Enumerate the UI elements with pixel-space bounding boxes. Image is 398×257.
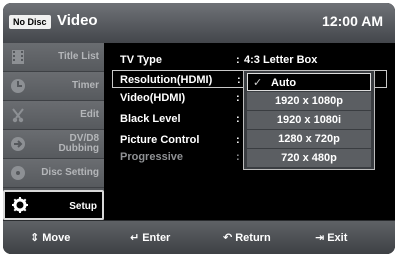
- sidebar-item-title-list[interactable]: Title List: [3, 43, 104, 72]
- setting-label: Progressive: [120, 151, 183, 163]
- setting-label: Resolution(HDMI): [120, 74, 213, 86]
- resolution-option[interactable]: 1920 x 1080i: [247, 111, 371, 129]
- osd-screen: No Disc Video 12:00 AM Title List Timer …: [3, 3, 395, 254]
- sidebar-item-label: Setup: [69, 201, 97, 212]
- return-arrow-icon: ↶: [223, 232, 233, 244]
- dubbing-icon: [9, 135, 27, 153]
- up-down-arrows-icon: ⇕: [30, 232, 40, 244]
- setting-label: TV Type: [120, 54, 162, 66]
- resolution-option[interactable]: 1280 x 720p: [247, 130, 371, 148]
- sidebar-item-label: Timer: [71, 80, 99, 91]
- resolution-option[interactable]: 1920 x 1080p: [247, 92, 371, 110]
- clock: 12:00 AM: [322, 13, 383, 29]
- sidebar-item-label: DV/D8 Dubbing: [58, 133, 99, 154]
- sidebar-item-dubbing[interactable]: DV/D8 Dubbing: [3, 130, 104, 159]
- resolution-option-auto[interactable]: ✓ Auto: [247, 73, 371, 91]
- setting-row-tv-type[interactable]: TV Type : 4:3 Letter Box: [112, 51, 386, 69]
- page-title: Video: [57, 12, 98, 29]
- film-icon: [9, 48, 27, 66]
- disc-status-badge: No Disc: [9, 15, 51, 29]
- sidebar-item-label: Edit: [80, 109, 99, 120]
- sidebar-item-edit[interactable]: Edit: [3, 101, 104, 130]
- footer-help-bar: ⇕ Move ↵ Enter ↶ Return ⇥ Exit: [3, 220, 395, 254]
- disc-icon: [9, 164, 27, 182]
- footer-return: ↶ Return: [223, 232, 271, 244]
- sidebar-item-disc-setting[interactable]: Disc Setting: [3, 159, 104, 188]
- timer-icon: [9, 77, 27, 95]
- footer-enter: ↵ Enter: [130, 232, 171, 244]
- resolution-dropdown: ✓ Auto 1920 x 1080p 1920 x 1080i 1280 x …: [243, 70, 375, 170]
- setting-value: 4:3 Letter Box: [244, 54, 318, 66]
- scissors-icon: [9, 106, 27, 124]
- setting-label: Picture Control: [120, 134, 200, 146]
- resolution-option[interactable]: 720 x 480p: [247, 149, 371, 167]
- sidebar: Title List Timer Edit DV/D8 Dubbing Disc…: [3, 43, 104, 220]
- checkmark-icon: ✓: [253, 77, 263, 89]
- setting-label: Black Level: [120, 113, 181, 125]
- sidebar-item-timer[interactable]: Timer: [3, 72, 104, 101]
- footer-exit: ⇥ Exit: [315, 232, 348, 244]
- footer-move: ⇕ Move: [30, 232, 71, 244]
- setting-label: Video(HDMI): [120, 92, 186, 104]
- exit-icon: ⇥: [315, 232, 325, 244]
- header-bar: No Disc Video 12:00 AM: [3, 3, 395, 43]
- sidebar-item-setup[interactable]: Setup: [3, 190, 104, 220]
- sidebar-item-label: Title List: [58, 51, 99, 62]
- enter-icon: ↵: [130, 232, 140, 244]
- sidebar-item-label: Disc Setting: [41, 167, 99, 178]
